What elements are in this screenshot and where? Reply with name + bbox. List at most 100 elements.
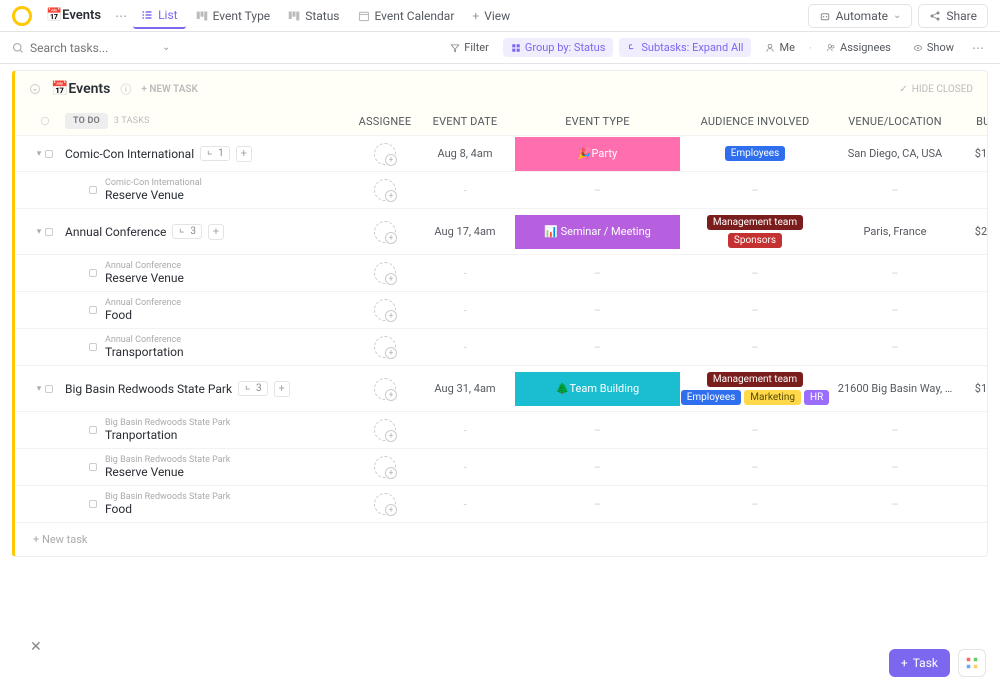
status-square-icon[interactable] bbox=[89, 500, 97, 508]
subtask-name[interactable]: Transportation bbox=[105, 345, 184, 359]
budget-cell[interactable]: – bbox=[960, 424, 988, 437]
task-name[interactable]: Big Basin Redwoods State Park bbox=[65, 382, 232, 396]
venue-cell[interactable]: – bbox=[830, 184, 960, 197]
budget-cell[interactable]: – bbox=[960, 461, 988, 474]
subtasks-button[interactable]: Subtasks: Expand All bbox=[619, 38, 751, 57]
expand-icon[interactable]: ▾ bbox=[37, 384, 42, 394]
hide-closed-button[interactable]: ✓ HIDE CLOSED bbox=[899, 84, 973, 95]
add-subtask-button[interactable]: + bbox=[274, 381, 290, 397]
collapse-group-icon[interactable] bbox=[40, 116, 50, 126]
col-audience[interactable]: AUDIENCE INVOLVED bbox=[680, 115, 830, 128]
budget-cell[interactable]: – bbox=[960, 184, 988, 197]
automate-button[interactable]: Automate ⌄ bbox=[808, 4, 913, 28]
venue-cell[interactable]: – bbox=[830, 304, 960, 317]
more-options-icon[interactable]: ⋯ bbox=[968, 41, 988, 55]
col-assignee[interactable]: ASSIGNEE bbox=[355, 115, 415, 128]
subtask-count[interactable]: 3 bbox=[172, 224, 202, 239]
event-type-cell[interactable]: – bbox=[515, 461, 680, 474]
col-budget[interactable]: BUDGET bbox=[960, 115, 988, 128]
filter-button[interactable]: Filter bbox=[442, 38, 497, 57]
subtask-name[interactable]: Food bbox=[105, 308, 132, 322]
event-date[interactable]: - bbox=[415, 461, 515, 474]
event-date[interactable]: - bbox=[415, 341, 515, 354]
add-subtask-button[interactable]: + bbox=[208, 224, 224, 240]
subtask-row[interactable]: Annual Conference Food - – – – – bbox=[15, 291, 987, 328]
event-date[interactable]: - bbox=[415, 498, 515, 511]
venue-cell[interactable]: 21600 Big Basin Way, … bbox=[830, 382, 960, 395]
subtask-name[interactable]: Reserve Venue bbox=[105, 465, 184, 479]
audience-tag[interactable]: HR bbox=[804, 390, 829, 405]
event-type-cell[interactable]: – bbox=[515, 184, 680, 197]
subtask-name[interactable]: Tranportation bbox=[105, 428, 177, 442]
event-type-cell[interactable]: – bbox=[515, 498, 680, 511]
col-type[interactable]: EVENT TYPE bbox=[515, 115, 680, 128]
audience-tags[interactable]: – bbox=[680, 304, 830, 317]
audience-tags[interactable]: Management team EmployeesMarketingHR bbox=[680, 372, 830, 405]
assignee-add-button[interactable] bbox=[374, 419, 396, 441]
search-box[interactable] bbox=[12, 41, 152, 55]
status-square-icon[interactable] bbox=[89, 306, 97, 314]
venue-cell[interactable]: – bbox=[830, 461, 960, 474]
audience-tags[interactable]: – bbox=[680, 267, 830, 280]
venue-cell[interactable]: – bbox=[830, 267, 960, 280]
audience-tags[interactable]: Employees bbox=[680, 146, 830, 161]
event-type-cell[interactable]: – bbox=[515, 424, 680, 437]
add-subtask-button[interactable]: + bbox=[236, 146, 252, 162]
audience-tags[interactable]: – bbox=[680, 461, 830, 474]
status-square-icon[interactable] bbox=[89, 343, 97, 351]
audience-tags[interactable]: – bbox=[680, 341, 830, 354]
status-square-icon[interactable] bbox=[89, 186, 97, 194]
event-date[interactable]: - bbox=[415, 304, 515, 317]
audience-tag[interactable]: Management team bbox=[707, 372, 803, 387]
audience-tag[interactable]: Sponsors bbox=[728, 233, 782, 248]
status-square-icon[interactable] bbox=[45, 150, 53, 158]
event-type-cell[interactable]: 🎉Party bbox=[515, 137, 680, 171]
venue-cell[interactable]: – bbox=[830, 424, 960, 437]
tab-status[interactable]: Status bbox=[280, 4, 347, 28]
assignee-add-button[interactable] bbox=[374, 262, 396, 284]
status-pill[interactable]: TO DO bbox=[65, 113, 108, 129]
audience-tag[interactable]: Employees bbox=[681, 390, 742, 405]
close-icon[interactable]: ✕ bbox=[30, 639, 42, 655]
col-venue[interactable]: VENUE/LOCATION bbox=[830, 115, 960, 128]
status-square-icon[interactable] bbox=[89, 463, 97, 471]
task-row[interactable]: ▾ Annual Conference 3 + Aug 17, 4am 📊 Se… bbox=[15, 208, 987, 254]
audience-tag[interactable]: Employees bbox=[725, 146, 786, 161]
event-date[interactable]: - bbox=[415, 184, 515, 197]
subtask-row[interactable]: Big Basin Redwoods State Park Food - – –… bbox=[15, 485, 987, 522]
budget-cell[interactable]: $250,000 bbox=[960, 225, 988, 238]
new-task-header-button[interactable]: + NEW TASK bbox=[141, 84, 198, 95]
event-type-cell[interactable]: – bbox=[515, 341, 680, 354]
create-task-button[interactable]: +Task bbox=[889, 649, 950, 677]
venue-cell[interactable]: – bbox=[830, 498, 960, 511]
budget-cell[interactable]: – bbox=[960, 498, 988, 511]
assignee-add-button[interactable] bbox=[374, 456, 396, 478]
venue-cell[interactable]: San Diego, CA, USA bbox=[830, 147, 960, 160]
event-type-cell[interactable]: – bbox=[515, 267, 680, 280]
expand-icon[interactable]: ▾ bbox=[37, 227, 42, 237]
budget-cell[interactable]: – bbox=[960, 304, 988, 317]
subtask-name[interactable]: Food bbox=[105, 502, 132, 516]
task-name[interactable]: Comic-Con International bbox=[65, 147, 194, 161]
budget-cell[interactable]: $100,000 bbox=[960, 147, 988, 160]
info-icon[interactable]: ⓘ bbox=[120, 81, 131, 97]
show-button[interactable]: Show bbox=[905, 38, 962, 57]
subtask-name[interactable]: Reserve Venue bbox=[105, 271, 184, 285]
status-square-icon[interactable] bbox=[45, 228, 53, 236]
me-button[interactable]: Me bbox=[757, 38, 802, 57]
venue-cell[interactable]: – bbox=[830, 341, 960, 354]
budget-cell[interactable]: – bbox=[960, 267, 988, 280]
event-date[interactable]: Aug 17, 4am bbox=[415, 225, 515, 238]
col-date[interactable]: EVENT DATE bbox=[415, 115, 515, 128]
event-date[interactable]: - bbox=[415, 424, 515, 437]
subtask-row[interactable]: Annual Conference Reserve Venue - – – – … bbox=[15, 254, 987, 291]
event-date[interactable]: - bbox=[415, 267, 515, 280]
search-input[interactable] bbox=[30, 41, 130, 55]
add-view-button[interactable]: + View bbox=[464, 4, 518, 28]
audience-tag[interactable]: Marketing bbox=[744, 390, 801, 405]
task-name[interactable]: Annual Conference bbox=[65, 225, 166, 239]
apps-button[interactable] bbox=[958, 649, 986, 677]
subtask-row[interactable]: Annual Conference Transportation - – – –… bbox=[15, 328, 987, 365]
status-square-icon[interactable] bbox=[45, 385, 53, 393]
subtask-name[interactable]: Reserve Venue bbox=[105, 188, 184, 202]
